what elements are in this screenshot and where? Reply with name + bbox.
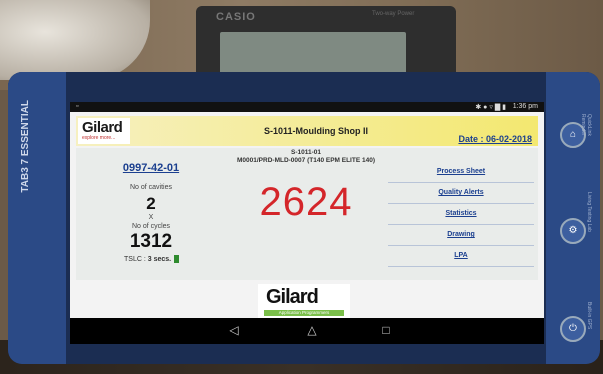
side-button-label: QuickLink Reminder	[580, 114, 592, 136]
page-title: S-1011-Moulding Shop II	[263, 126, 368, 136]
tslc-status: TSLC : 3 secs.	[124, 255, 180, 263]
tablet-left-bezel: TAB3 7 ESSENTIAL	[8, 72, 66, 364]
logo-tagline: explore more...	[82, 135, 116, 141]
machine-panel: S-1011-01 M0001/PRD-MLD-0007 (T140 EPM E…	[76, 148, 538, 280]
status-indicator	[174, 255, 180, 263]
app-header: Gilard explore more... S-1011-Moulding S…	[76, 116, 538, 146]
part-number-link[interactable]: 0997-42-01	[76, 162, 226, 174]
calculator: CASIO Two-way Power	[196, 6, 456, 80]
android-nav-bar: ◁ △ □	[70, 318, 544, 344]
tablet-device: TAB3 7 ESSENTIAL ⌂ QuickLink Reminder ⚙ …	[8, 72, 600, 364]
status-time: 1:36 pm	[512, 103, 538, 110]
links-menu: Process Sheet Quality Alerts Statistics …	[388, 162, 538, 280]
drawing-link[interactable]: Drawing	[388, 225, 534, 246]
production-summary: 0997-42-01 No of cavities 2 X No of cycl…	[76, 148, 226, 280]
calculator-brand: CASIO	[216, 11, 256, 23]
cavities-label: No of cavities	[129, 184, 173, 191]
total-count: 2624	[259, 180, 353, 224]
calculator-model: Two-way Power	[372, 11, 415, 17]
app-view: Gilard explore more... S-1011-Moulding S…	[70, 112, 544, 318]
notification-icon: ▫	[76, 103, 79, 110]
multiply-sign: X	[148, 214, 154, 221]
lpa-link[interactable]: LPA	[388, 246, 534, 267]
statistics-link[interactable]: Statistics	[388, 204, 534, 225]
home-nav-icon[interactable]: △	[302, 323, 322, 337]
status-icons: ✱ ● ▿ ▇ ▮	[475, 104, 506, 111]
count-display: 2624	[226, 162, 386, 280]
calculator-screen	[220, 32, 406, 74]
cycles-value: 1312	[129, 231, 173, 252]
date-link[interactable]: Date : 06-02-2018	[458, 134, 532, 144]
tablet-right-bezel: ⌂ QuickLink Reminder ⚙ Living Testing La…	[546, 72, 600, 364]
machine-id: S-1011-01	[291, 149, 321, 156]
gilard-logo: Gilard explore more...	[78, 118, 130, 144]
tslc-value: 3 secs.	[147, 255, 172, 263]
back-icon[interactable]: ◁	[224, 323, 244, 337]
side-button-label: Built-in GPS	[586, 302, 592, 330]
side-button-label: Living Testing Lab	[586, 192, 592, 232]
logo-text: Gilard	[82, 119, 123, 136]
footer-logo-text: Gilard	[266, 286, 319, 308]
status-bar: ▫ ✱ ● ▿ ▇ ▮ 1:36 pm	[70, 102, 544, 112]
tablet-screen: ▫ ✱ ● ▿ ▇ ▮ 1:36 pm Gilard explore more.…	[70, 102, 544, 344]
cavities-value: 2	[146, 194, 156, 213]
footer-logo-subtitle: Application Programmers	[264, 310, 344, 316]
recents-icon[interactable]: □	[376, 323, 396, 337]
tslc-label: TSLC :	[124, 255, 148, 263]
cycles-label: No of cycles	[131, 223, 171, 230]
process-sheet-link[interactable]: Process Sheet	[388, 162, 534, 183]
tablet-brand: TAB3 7 ESSENTIAL	[20, 100, 31, 193]
footer-logo: Gilard Application Programmers	[258, 284, 350, 318]
quality-alerts-link[interactable]: Quality Alerts	[388, 183, 534, 204]
